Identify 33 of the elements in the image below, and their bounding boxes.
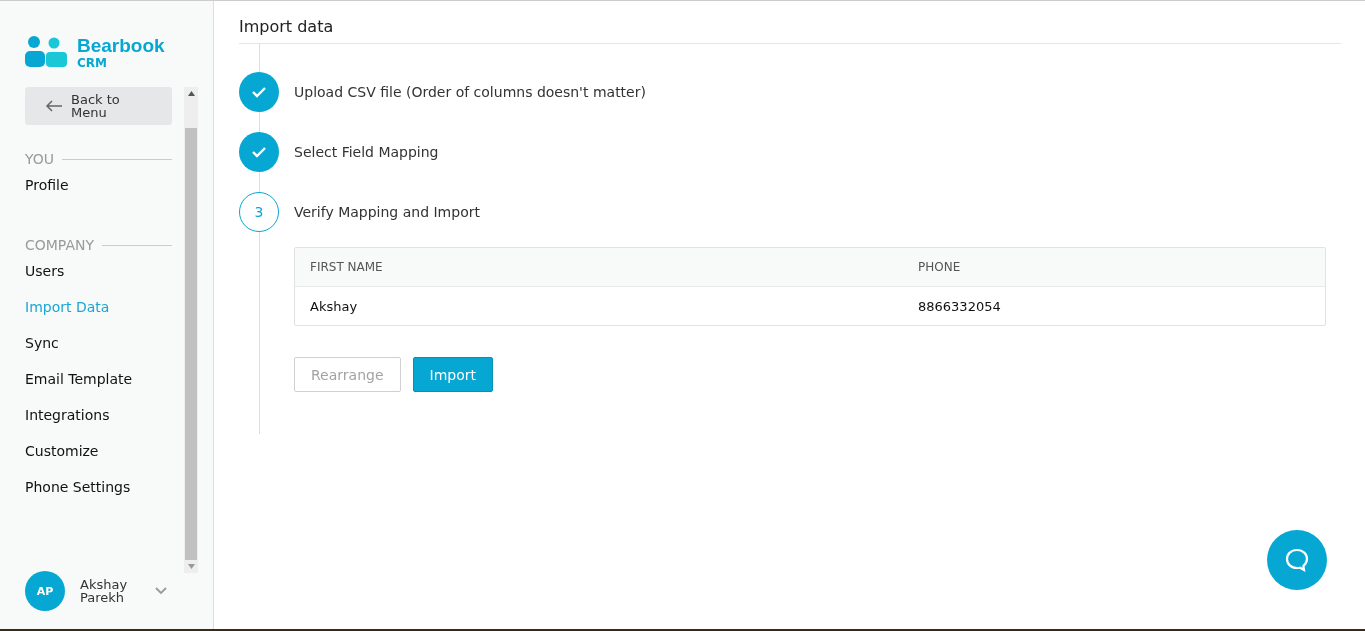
step-number: 3 xyxy=(239,192,279,232)
sidebar-item[interactable]: Integrations xyxy=(25,405,172,441)
sidebar-item[interactable]: Email Template xyxy=(25,369,172,405)
column-header: FIRST NAME xyxy=(309,260,384,274)
section-heading: COMPANY xyxy=(25,237,95,253)
sidebar-item[interactable]: Customize xyxy=(25,441,172,477)
page-title: Import data xyxy=(239,1,1341,44)
step-label: Upload CSV file (Order of columns doesn't matter) xyxy=(294,84,646,100)
scroll-down-icon[interactable] xyxy=(187,564,195,569)
section-heading: YOU xyxy=(25,151,55,167)
step-label: Verify Mapping and Import xyxy=(294,204,480,220)
brand-name: Bearbook xyxy=(77,35,165,55)
arrow-left-icon xyxy=(45,100,63,112)
column-header: PHONE xyxy=(917,260,962,274)
sidebar-item[interactable]: Profile xyxy=(25,175,172,211)
table-cell-text: Akshay xyxy=(309,298,359,314)
table-cell-text: 8866332054 xyxy=(917,298,1002,314)
sidebar-item[interactable]: Users xyxy=(25,261,172,297)
scrollbar-thumb[interactable] xyxy=(185,128,197,560)
chat-button[interactable] xyxy=(1267,530,1327,590)
back-to-menu-button[interactable]: Back to Menu xyxy=(25,87,172,125)
chevron-down-icon[interactable] xyxy=(155,587,167,595)
step-label: Select Field Mapping xyxy=(294,144,439,160)
people-logo-icon xyxy=(25,35,67,69)
check-icon xyxy=(239,132,279,172)
sidebar-item[interactable]: Sync xyxy=(25,333,172,369)
scrollbar[interactable] xyxy=(184,87,198,573)
scroll-up-icon[interactable] xyxy=(187,91,195,96)
sidebar-item[interactable]: Phone Settings xyxy=(25,477,172,513)
speech-bubble-icon xyxy=(1284,547,1310,573)
brand-subtitle: CRM xyxy=(77,56,108,69)
user-name: Akshay Parekh xyxy=(80,578,129,604)
check-icon xyxy=(239,72,279,112)
